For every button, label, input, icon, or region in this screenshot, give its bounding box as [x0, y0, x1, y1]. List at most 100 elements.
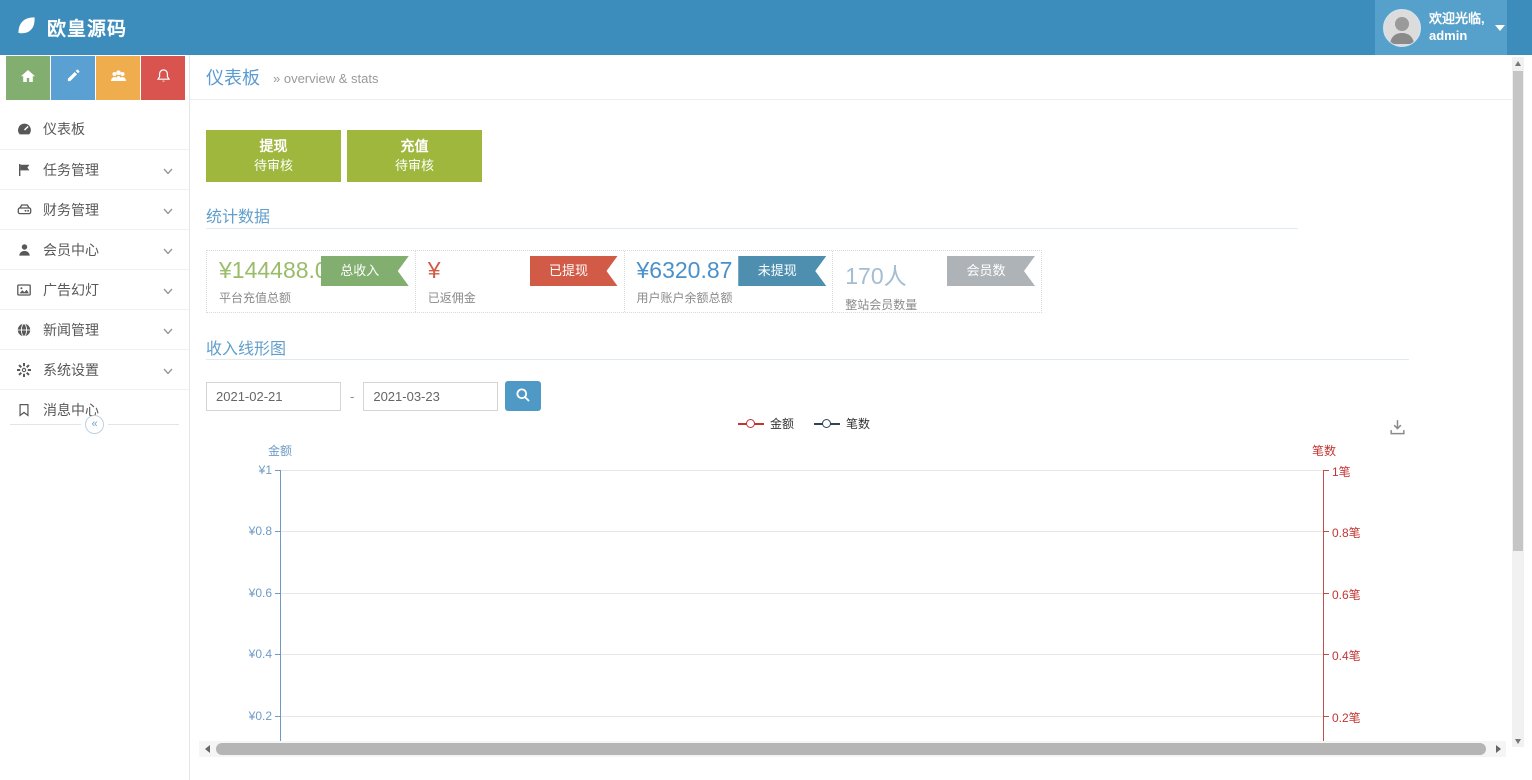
axis-tick: [275, 531, 280, 532]
pencil-icon: [66, 68, 81, 88]
plot-area: ¥1 ¥0.8 ¥0.6 ¥0.4 ¥0.2 1笔 0.8笔 0.6笔 0.4笔…: [280, 470, 1324, 742]
scroll-right-arrow[interactable]: [1490, 741, 1506, 757]
image-icon: [14, 282, 34, 298]
ribbon-badge: 总收入: [321, 256, 409, 286]
y-axis-left-tick-label: ¥0.8: [214, 524, 272, 538]
stats-section-title: 统计数据: [206, 203, 270, 227]
y-axis-right-tick-label: 0.6笔: [1332, 586, 1388, 603]
vertical-scrollbar[interactable]: [1512, 57, 1524, 747]
gear-icon: [14, 362, 34, 378]
leaf-icon: [14, 13, 38, 42]
chart-legend: 金额 笔数: [738, 415, 870, 432]
sidebar-item-members[interactable]: 会员中心: [0, 229, 189, 269]
legend-item-amount[interactable]: 金额: [738, 415, 794, 432]
sidebar-item-finance[interactable]: 财务管理: [0, 189, 189, 229]
brand-title: 欧皇源码: [47, 14, 127, 41]
y-axis-right-tick-label: 0.8笔: [1332, 524, 1388, 541]
ribbon-badge: 会员数: [947, 256, 1035, 286]
sidebar-item-settings[interactable]: 系统设置: [0, 349, 189, 389]
withdraw-review-button[interactable]: 提现 待审核: [206, 130, 341, 182]
date-from-input[interactable]: [206, 382, 341, 411]
stat-label: 用户账户余额总额: [637, 289, 833, 306]
user-menu[interactable]: 欢迎光临, admin: [1375, 0, 1507, 55]
stat-card-members: 170人 整站会员数量 会员数: [833, 251, 1041, 312]
ribbon-badge: 未提现: [738, 256, 826, 286]
stat-label: 平台充值总额: [219, 289, 415, 306]
axis-tick: [1324, 531, 1329, 532]
line-marker-icon: [738, 419, 764, 428]
y-axis-left-tick-label: ¥0.2: [214, 709, 272, 723]
horizontal-scrollbar[interactable]: [199, 741, 1506, 757]
recharge-review-button[interactable]: 充值 待审核: [347, 130, 482, 182]
axis-tick: [1324, 654, 1329, 655]
flag-icon: [14, 162, 34, 178]
stat-label: 已返佣金: [428, 289, 624, 306]
sidebar-item-ads[interactable]: 广告幻灯: [0, 269, 189, 309]
button-label: 提现: [206, 136, 341, 156]
sidebar-item-dashboard[interactable]: 仪表板: [0, 109, 189, 149]
search-button[interactable]: [505, 381, 541, 411]
sidebar-item-label: 系统设置: [43, 360, 99, 380]
quick-buttons: 提现 待审核 充值 待审核: [206, 130, 482, 182]
home-icon: [20, 68, 36, 89]
sidebar-item-label: 任务管理: [43, 160, 99, 180]
scroll-up-arrow[interactable]: [1512, 57, 1524, 69]
chevron-down-icon: [163, 202, 173, 218]
sidebar-item-tasks[interactable]: 任务管理: [0, 149, 189, 189]
sidebar-item-label: 仪表板: [43, 119, 85, 139]
axis-tick: [275, 593, 280, 594]
axis-tick: [275, 470, 280, 471]
y-axis-right-tick-label: 1笔: [1332, 463, 1388, 480]
y-axis-left-tick-label: ¥1: [214, 463, 272, 477]
divider: [10, 424, 81, 425]
triangle-left-icon: [205, 745, 210, 753]
bell-icon: [156, 68, 171, 89]
scroll-left-arrow[interactable]: [199, 741, 215, 757]
chevron-down-icon: [163, 242, 173, 258]
welcome-text: 欢迎光临,: [1429, 11, 1485, 26]
y-axis-left-tick-label: ¥0.4: [214, 647, 272, 661]
top-header: 欧皇源码 欢迎光临, admin: [0, 0, 1532, 55]
dashboard-icon: [14, 121, 34, 138]
globe-icon: [14, 322, 34, 338]
download-icon[interactable]: [1388, 418, 1407, 442]
caret-down-icon: [1495, 25, 1505, 31]
sidebar: 仪表板 任务管理 财务管理 会员中心 广告幻灯 新闻管理: [0, 55, 190, 780]
axis-tick: [275, 654, 280, 655]
triangle-down-icon: [1515, 739, 1521, 744]
date-range-separator: -: [350, 389, 354, 404]
horizontal-scrollbar-thumb[interactable]: [216, 743, 1486, 755]
vertical-scrollbar-thumb[interactable]: [1513, 71, 1523, 551]
triangle-right-icon: [1496, 745, 1501, 753]
notifications-shortcut-button[interactable]: [141, 56, 185, 100]
sidebar-item-label: 广告幻灯: [43, 280, 99, 300]
line-marker-icon: [814, 419, 840, 428]
sidebar-shortcuts: [0, 55, 189, 100]
button-sublabel: 待审核: [347, 157, 482, 176]
stat-card-withdrawn: ¥ 已返佣金 已提现: [416, 251, 625, 312]
sidebar-item-news[interactable]: 新闻管理: [0, 309, 189, 349]
stat-label: 整站会员数量: [845, 296, 1041, 312]
legend-label: 金额: [770, 415, 794, 432]
button-sublabel: 待审核: [206, 157, 341, 176]
username: admin: [1429, 28, 1467, 43]
users-shortcut-button[interactable]: [96, 56, 140, 100]
sidebar-item-label: 新闻管理: [43, 320, 99, 340]
chevron-down-icon: [163, 362, 173, 378]
date-filter: -: [206, 381, 541, 411]
brand[interactable]: 欧皇源码: [14, 0, 127, 55]
gridline: [281, 531, 1323, 532]
edit-shortcut-button[interactable]: [51, 56, 95, 100]
legend-item-count[interactable]: 笔数: [814, 415, 870, 432]
scroll-down-arrow[interactable]: [1512, 735, 1524, 747]
sidebar-collapse-button[interactable]: «: [85, 415, 104, 434]
sidebar-collapse-row: «: [0, 415, 189, 434]
sidebar-menu: 仪表板 任务管理 财务管理 会员中心 广告幻灯 新闻管理: [0, 109, 189, 429]
y-axis-right-tick-label: 0.4笔: [1332, 647, 1388, 664]
y-axis-left-name: 金额: [258, 442, 302, 459]
date-to-input[interactable]: [363, 382, 498, 411]
home-shortcut-button[interactable]: [6, 56, 50, 100]
y-axis-left-line: [280, 470, 281, 742]
breadcrumb-path: » overview & stats: [273, 71, 379, 86]
divider: [108, 424, 179, 425]
